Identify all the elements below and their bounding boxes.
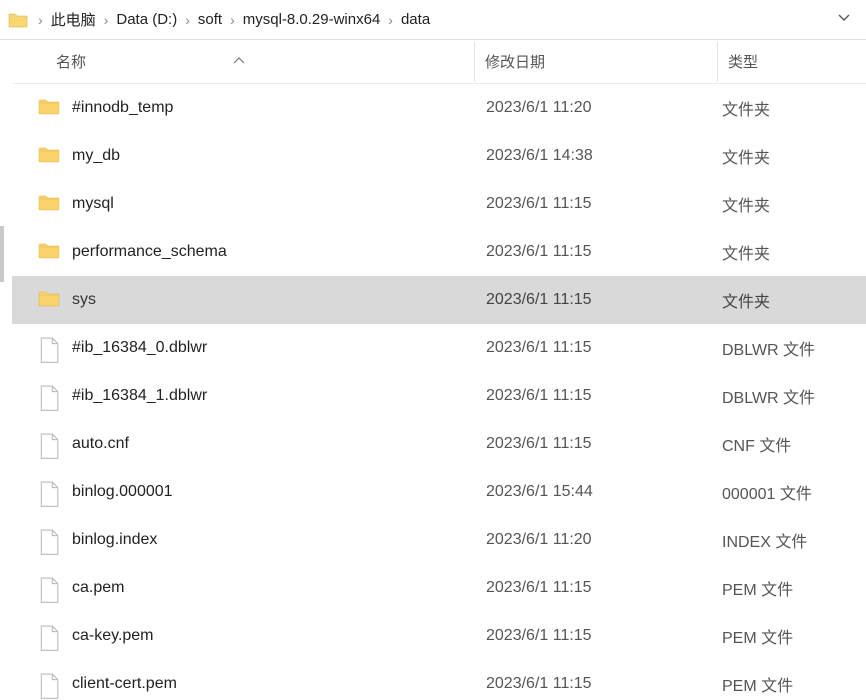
file-icon bbox=[38, 433, 60, 455]
file-date: 2023/6/1 11:20 bbox=[486, 99, 722, 117]
file-name: client-cert.pem bbox=[72, 675, 486, 693]
breadcrumb-item[interactable]: Data (D:) bbox=[114, 9, 179, 30]
file-row[interactable]: client-cert.pem2023/6/1 11:15PEM 文件 bbox=[12, 660, 866, 700]
file-list-pane: 名称 修改日期 类型 #innodb_temp2023/6/1 11:20文件夹… bbox=[12, 40, 866, 700]
file-type: CNF 文件 bbox=[722, 432, 866, 456]
column-header-date[interactable]: 修改日期 bbox=[485, 51, 717, 72]
file-type: PEM 文件 bbox=[722, 576, 866, 600]
file-date: 2023/6/1 11:15 bbox=[486, 675, 722, 693]
folder-icon bbox=[38, 145, 60, 167]
chevron-down-icon[interactable] bbox=[836, 9, 852, 30]
file-icon bbox=[38, 481, 60, 503]
folder-icon bbox=[8, 12, 28, 28]
file-date: 2023/6/1 11:15 bbox=[486, 627, 722, 645]
file-date: 2023/6/1 11:15 bbox=[486, 435, 722, 453]
file-date: 2023/6/1 14:38 bbox=[486, 147, 722, 165]
file-date: 2023/6/1 11:20 bbox=[486, 531, 722, 549]
file-row[interactable]: ca-key.pem2023/6/1 11:15PEM 文件 bbox=[12, 612, 866, 660]
sort-caret-icon bbox=[232, 55, 246, 69]
file-name: sys bbox=[72, 291, 486, 309]
file-name: #ib_16384_0.dblwr bbox=[72, 339, 486, 357]
file-type: INDEX 文件 bbox=[722, 528, 866, 552]
chevron-right-icon: › bbox=[32, 12, 49, 28]
file-name: ca-key.pem bbox=[72, 627, 486, 645]
file-date: 2023/6/1 11:15 bbox=[486, 579, 722, 597]
file-name: #ib_16384_1.dblwr bbox=[72, 387, 486, 405]
file-icon bbox=[38, 577, 60, 599]
file-name: performance_schema bbox=[72, 243, 486, 261]
file-name: binlog.000001 bbox=[72, 483, 486, 501]
folder-icon bbox=[38, 289, 60, 311]
file-date: 2023/6/1 11:15 bbox=[486, 291, 722, 309]
chevron-right-icon: › bbox=[98, 12, 115, 28]
file-type: DBLWR 文件 bbox=[722, 336, 866, 360]
file-icon bbox=[38, 385, 60, 407]
breadcrumb-item[interactable]: mysql-8.0.29-winx64 bbox=[241, 9, 383, 30]
column-label: 修改日期 bbox=[485, 54, 545, 71]
file-name: ca.pem bbox=[72, 579, 486, 597]
column-label: 名称 bbox=[56, 51, 86, 72]
file-type: 文件夹 bbox=[722, 288, 866, 312]
file-name: auto.cnf bbox=[72, 435, 486, 453]
file-row[interactable]: #innodb_temp2023/6/1 11:20文件夹 bbox=[12, 84, 866, 132]
column-divider[interactable] bbox=[717, 42, 718, 82]
column-divider[interactable] bbox=[474, 42, 475, 82]
file-icon bbox=[38, 337, 60, 359]
file-type: PEM 文件 bbox=[722, 672, 866, 696]
scroll-accent bbox=[0, 226, 4, 282]
left-gutter bbox=[0, 40, 12, 700]
column-label: 类型 bbox=[728, 54, 758, 71]
chevron-right-icon: › bbox=[382, 12, 399, 28]
file-row[interactable]: mysql2023/6/1 11:15文件夹 bbox=[12, 180, 866, 228]
file-type: PEM 文件 bbox=[722, 624, 866, 648]
file-name: #innodb_temp bbox=[72, 99, 486, 117]
chevron-right-icon: › bbox=[224, 12, 241, 28]
breadcrumb-item[interactable]: 此电脑 bbox=[49, 7, 98, 32]
file-type: 000001 文件 bbox=[722, 480, 866, 504]
file-type: 文件夹 bbox=[722, 240, 866, 264]
file-type: 文件夹 bbox=[722, 192, 866, 216]
file-icon bbox=[38, 625, 60, 647]
file-date: 2023/6/1 11:15 bbox=[486, 339, 722, 357]
file-type: 文件夹 bbox=[722, 144, 866, 168]
file-date: 2023/6/1 11:15 bbox=[486, 243, 722, 261]
file-row[interactable]: #ib_16384_0.dblwr2023/6/1 11:15DBLWR 文件 bbox=[12, 324, 866, 372]
file-date: 2023/6/1 11:15 bbox=[486, 387, 722, 405]
file-date: 2023/6/1 11:15 bbox=[486, 195, 722, 213]
file-type: 文件夹 bbox=[722, 96, 866, 120]
folder-icon bbox=[38, 241, 60, 263]
file-row[interactable]: binlog.0000012023/6/1 15:44000001 文件 bbox=[12, 468, 866, 516]
file-row[interactable]: my_db2023/6/1 14:38文件夹 bbox=[12, 132, 866, 180]
file-list: #innodb_temp2023/6/1 11:20文件夹my_db2023/6… bbox=[12, 84, 866, 700]
file-name: my_db bbox=[72, 147, 486, 165]
file-name: mysql bbox=[72, 195, 486, 213]
file-row[interactable]: ca.pem2023/6/1 11:15PEM 文件 bbox=[12, 564, 866, 612]
column-header-name[interactable]: 名称 bbox=[12, 51, 474, 72]
folder-icon bbox=[38, 193, 60, 215]
chevron-right-icon: › bbox=[179, 12, 196, 28]
file-row[interactable]: #ib_16384_1.dblwr2023/6/1 11:15DBLWR 文件 bbox=[12, 372, 866, 420]
file-name: binlog.index bbox=[72, 531, 486, 549]
column-header-type[interactable]: 类型 bbox=[728, 51, 866, 72]
file-icon bbox=[38, 529, 60, 551]
file-row[interactable]: auto.cnf2023/6/1 11:15CNF 文件 bbox=[12, 420, 866, 468]
breadcrumb-item[interactable]: data bbox=[399, 9, 432, 30]
file-row[interactable]: binlog.index2023/6/1 11:20INDEX 文件 bbox=[12, 516, 866, 564]
breadcrumb[interactable]: › 此电脑 › Data (D:) › soft › mysql-8.0.29-… bbox=[0, 0, 866, 40]
file-type: DBLWR 文件 bbox=[722, 384, 866, 408]
file-row[interactable]: sys2023/6/1 11:15文件夹 bbox=[12, 276, 866, 324]
folder-icon bbox=[38, 97, 60, 119]
file-row[interactable]: performance_schema2023/6/1 11:15文件夹 bbox=[12, 228, 866, 276]
columns-header: 名称 修改日期 类型 bbox=[12, 40, 866, 84]
file-icon bbox=[38, 673, 60, 695]
breadcrumb-item[interactable]: soft bbox=[196, 9, 224, 30]
file-date: 2023/6/1 15:44 bbox=[486, 483, 722, 501]
